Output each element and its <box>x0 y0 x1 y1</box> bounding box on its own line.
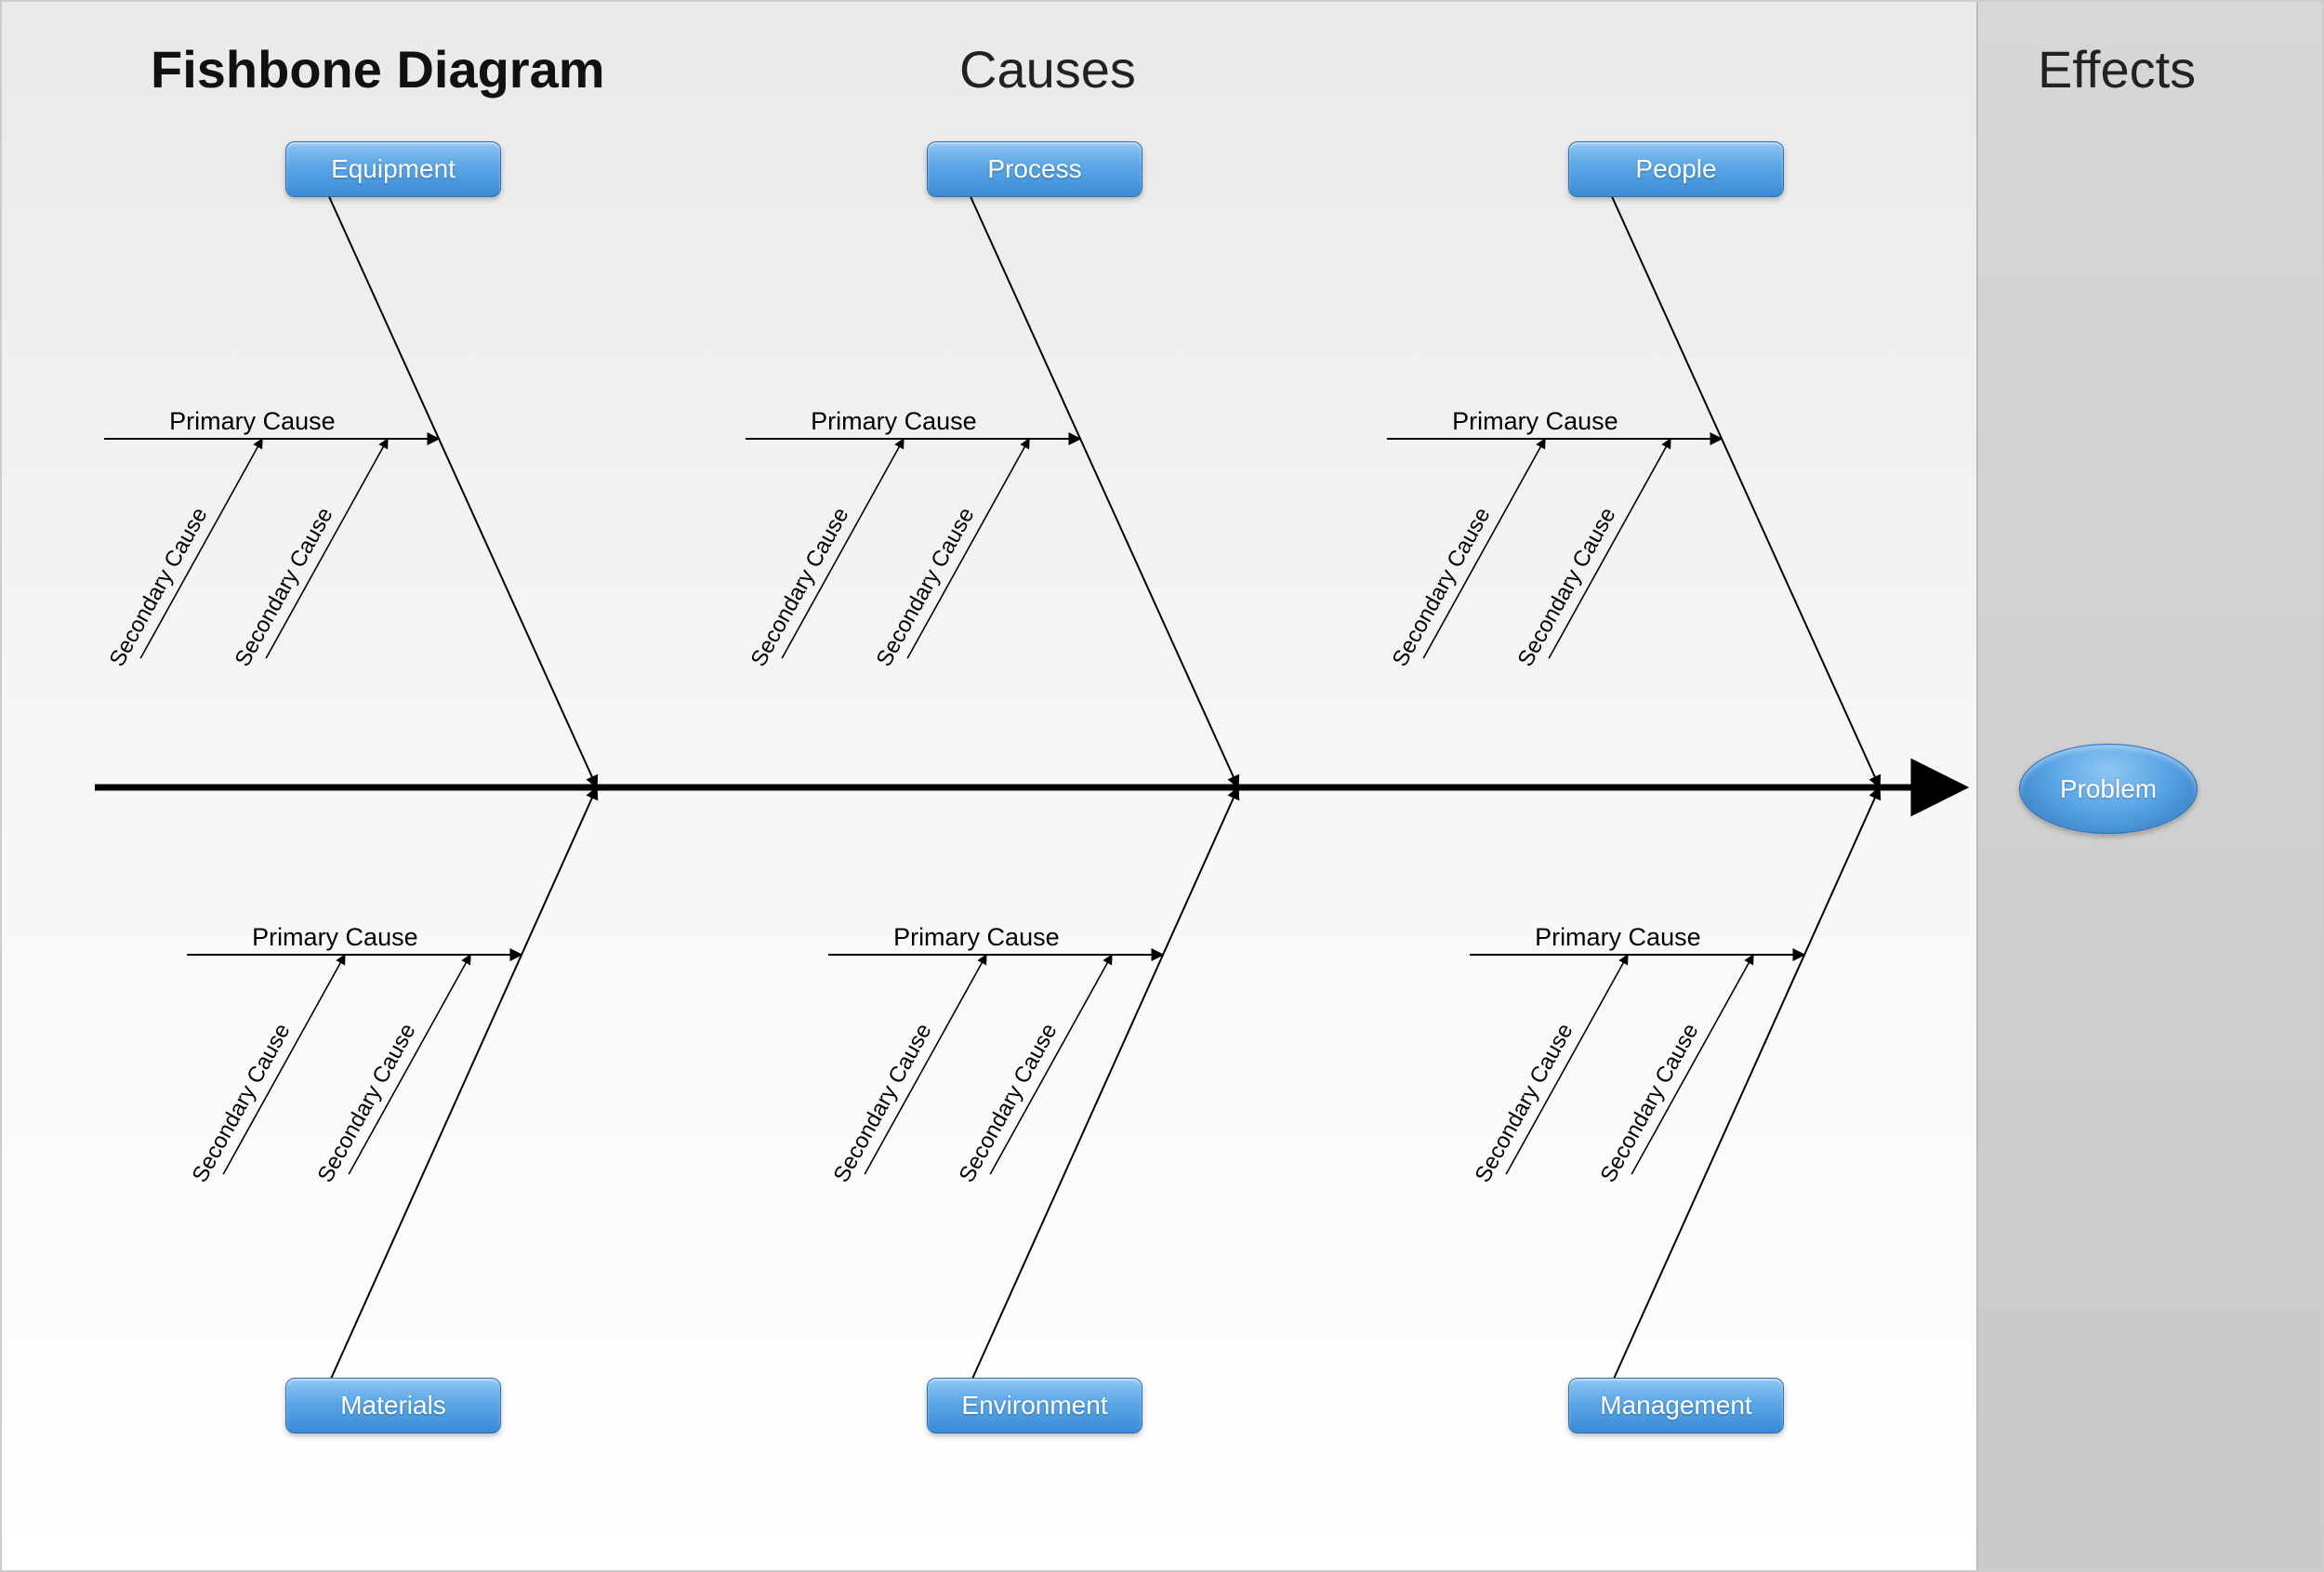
secondary-cause-label: Secondary Cause <box>231 504 339 671</box>
category-management[interactable]: Management <box>1568 1378 1784 1433</box>
secondary-cause-label: Secondary Cause <box>1596 1020 1705 1187</box>
primary-cause-label: Primary Cause <box>252 923 418 952</box>
title-causes: Causes <box>959 39 1136 99</box>
secondary-cause-label: Secondary Cause <box>1471 1020 1579 1187</box>
diagram-canvas: Fishbone Diagram Causes Effects Equipmen… <box>0 0 2324 1572</box>
problem-effect[interactable]: Problem <box>2019 744 2198 834</box>
primary-cause-label: Primary Cause <box>1535 923 1701 952</box>
secondary-cause-label: Secondary Cause <box>1513 504 1622 671</box>
secondary-cause-label: Secondary Cause <box>872 504 981 671</box>
title-main: Fishbone Diagram <box>151 39 605 99</box>
secondary-cause-label: Secondary Cause <box>313 1020 422 1187</box>
title-effects: Effects <box>2038 39 2196 99</box>
primary-cause-label: Primary Cause <box>811 407 977 436</box>
category-process[interactable]: Process <box>927 141 1142 197</box>
secondary-cause-label: Secondary Cause <box>188 1020 297 1187</box>
category-materials[interactable]: Materials <box>285 1378 501 1433</box>
primary-cause-label: Primary Cause <box>169 407 336 436</box>
category-people[interactable]: People <box>1568 141 1784 197</box>
secondary-cause-label: Secondary Cause <box>955 1020 1063 1187</box>
secondary-cause-label: Secondary Cause <box>105 504 214 671</box>
category-environment[interactable]: Environment <box>927 1378 1142 1433</box>
category-equipment[interactable]: Equipment <box>285 141 501 197</box>
secondary-cause-label: Secondary Cause <box>1388 504 1497 671</box>
primary-cause-label: Primary Cause <box>893 923 1060 952</box>
secondary-cause-label: Secondary Cause <box>829 1020 938 1187</box>
secondary-cause-label: Secondary Cause <box>746 504 855 671</box>
primary-cause-label: Primary Cause <box>1452 407 1618 436</box>
